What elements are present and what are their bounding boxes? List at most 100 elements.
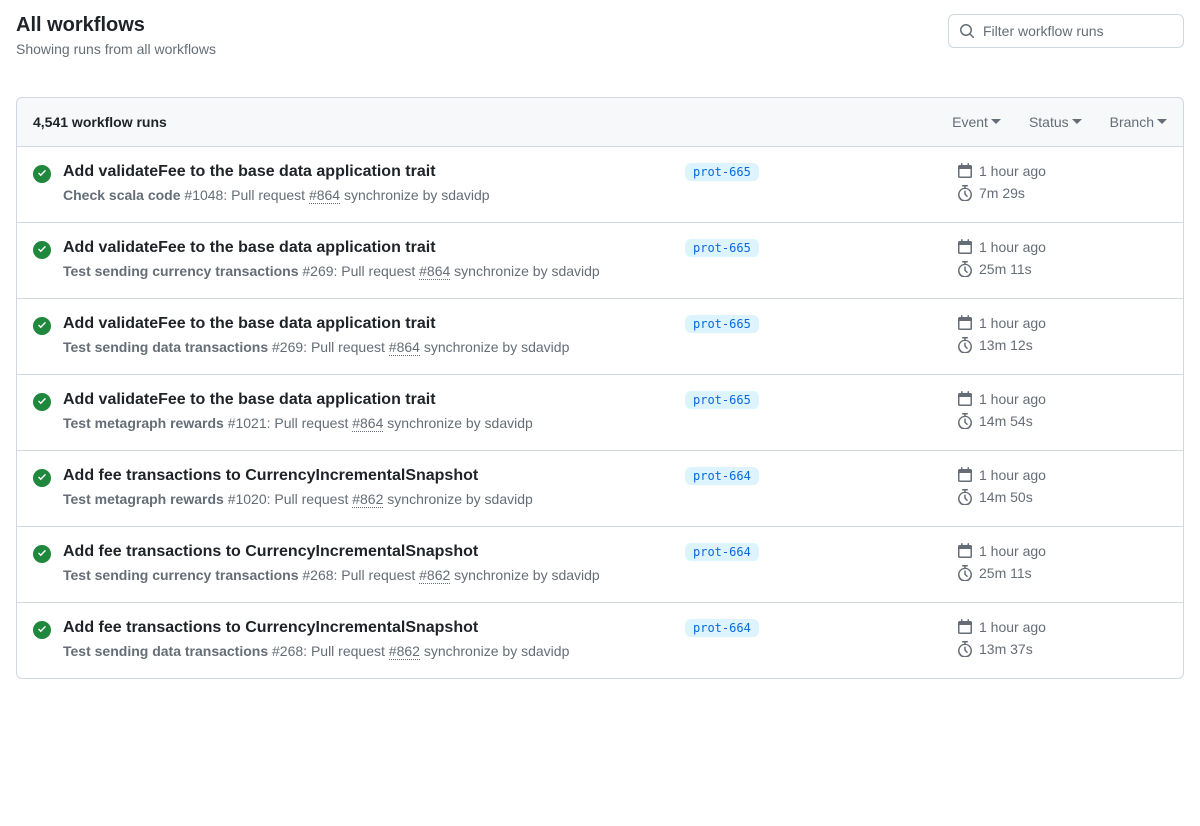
filter-group: Event Status Branch: [952, 114, 1167, 130]
time-ago: 1 hour ago: [979, 315, 1046, 331]
duration: 13m 12s: [979, 337, 1033, 353]
branch-chip[interactable]: prot-664: [685, 543, 759, 561]
subline-text: synchronize by sdavidp: [450, 263, 599, 279]
stopwatch-icon: [957, 337, 973, 353]
success-check-icon: [33, 165, 51, 183]
subline-text: synchronize by sdavidp: [420, 339, 569, 355]
filter-input[interactable]: [983, 23, 1173, 39]
branch-chip[interactable]: prot-665: [685, 315, 759, 333]
run-title[interactable]: Add validateFee to the base data applica…: [63, 315, 673, 333]
duration: 14m 50s: [979, 489, 1033, 505]
subline-text: : Pull request: [267, 491, 353, 507]
stopwatch-icon: [957, 489, 973, 505]
run-title[interactable]: Add validateFee to the base data applica…: [63, 391, 673, 409]
success-check-icon: [33, 317, 51, 335]
success-check-icon: [33, 621, 51, 639]
workflow-name[interactable]: Test sending currency transactions: [63, 263, 298, 279]
pr-link[interactable]: #864: [352, 415, 383, 432]
success-check-icon: [33, 393, 51, 411]
workflow-name[interactable]: Test metagraph rewards: [63, 491, 224, 507]
filter-event[interactable]: Event: [952, 114, 1001, 130]
workflow-run-row: Add fee transactions to CurrencyIncremen…: [17, 603, 1183, 678]
filter-input-wrapper[interactable]: [948, 14, 1184, 48]
run-subline: Test metagraph rewards #1020: Pull reque…: [63, 489, 673, 510]
subline-text: : Pull request: [334, 263, 420, 279]
run-number: #1048: [184, 187, 223, 203]
calendar-icon: [957, 391, 973, 407]
search-icon: [959, 23, 975, 39]
workflow-name[interactable]: Test sending currency transactions: [63, 567, 298, 583]
filter-event-label: Event: [952, 114, 988, 130]
workflow-run-row: Add validateFee to the base data applica…: [17, 147, 1183, 223]
pr-link[interactable]: #864: [389, 339, 420, 356]
run-number: #1020: [228, 491, 267, 507]
calendar-icon: [957, 315, 973, 331]
success-check-icon: [33, 469, 51, 487]
success-check-icon: [33, 241, 51, 259]
pr-link[interactable]: #862: [352, 491, 383, 508]
branch-chip[interactable]: prot-665: [685, 391, 759, 409]
run-title[interactable]: Add validateFee to the base data applica…: [63, 163, 673, 181]
caret-down-icon: [1157, 119, 1167, 125]
filter-status-label: Status: [1029, 114, 1069, 130]
run-title[interactable]: Add validateFee to the base data applica…: [63, 239, 673, 257]
workflow-run-row: Add fee transactions to CurrencyIncremen…: [17, 451, 1183, 527]
subline-text: synchronize by sdavidp: [383, 415, 532, 431]
stopwatch-icon: [957, 185, 973, 201]
run-subline: Test metagraph rewards #1021: Pull reque…: [63, 413, 673, 434]
run-subline: Test sending currency transactions #268:…: [63, 565, 673, 586]
subline-text: : Pull request: [267, 415, 353, 431]
run-count: 4,541 workflow runs: [33, 114, 167, 130]
run-title[interactable]: Add fee transactions to CurrencyIncremen…: [63, 467, 673, 485]
subline-text: synchronize by sdavidp: [420, 643, 569, 659]
workflow-name[interactable]: Test sending data transactions: [63, 643, 268, 659]
filter-status[interactable]: Status: [1029, 114, 1082, 130]
branch-chip[interactable]: prot-665: [685, 163, 759, 181]
page-title: All workflows: [16, 14, 216, 37]
runs-list: 4,541 workflow runs Event Status Branch: [16, 97, 1184, 679]
success-check-icon: [33, 545, 51, 563]
time-ago: 1 hour ago: [979, 391, 1046, 407]
stopwatch-icon: [957, 565, 973, 581]
subline-text: : Pull request: [223, 187, 309, 203]
workflow-run-row: Add validateFee to the base data applica…: [17, 375, 1183, 451]
pr-link[interactable]: #862: [389, 643, 420, 660]
run-title[interactable]: Add fee transactions to CurrencyIncremen…: [63, 619, 673, 637]
workflow-name[interactable]: Test sending data transactions: [63, 339, 268, 355]
workflow-run-row: Add validateFee to the base data applica…: [17, 299, 1183, 375]
workflow-name[interactable]: Check scala code: [63, 187, 181, 203]
run-subline: Check scala code #1048: Pull request #86…: [63, 185, 673, 206]
workflow-run-row: Add validateFee to the base data applica…: [17, 223, 1183, 299]
duration: 13m 37s: [979, 641, 1033, 657]
calendar-icon: [957, 543, 973, 559]
workflow-name[interactable]: Test metagraph rewards: [63, 415, 224, 431]
run-number: #269: [272, 339, 303, 355]
time-ago: 1 hour ago: [979, 163, 1046, 179]
subline-text: : Pull request: [303, 339, 389, 355]
branch-chip[interactable]: prot-665: [685, 239, 759, 257]
duration: 7m 29s: [979, 185, 1025, 201]
subline-text: synchronize by sdavidp: [450, 567, 599, 583]
pr-link[interactable]: #862: [419, 567, 450, 584]
calendar-icon: [957, 467, 973, 483]
duration: 14m 54s: [979, 413, 1033, 429]
time-ago: 1 hour ago: [979, 239, 1046, 255]
subline-text: synchronize by sdavidp: [340, 187, 489, 203]
stopwatch-icon: [957, 261, 973, 277]
calendar-icon: [957, 163, 973, 179]
time-ago: 1 hour ago: [979, 543, 1046, 559]
subline-text: : Pull request: [334, 567, 420, 583]
pr-link[interactable]: #864: [309, 187, 340, 204]
caret-down-icon: [991, 119, 1001, 125]
page-subtitle: Showing runs from all workflows: [16, 41, 216, 57]
time-ago: 1 hour ago: [979, 467, 1046, 483]
workflow-run-row: Add fee transactions to CurrencyIncremen…: [17, 527, 1183, 603]
branch-chip[interactable]: prot-664: [685, 467, 759, 485]
run-title[interactable]: Add fee transactions to CurrencyIncremen…: [63, 543, 673, 561]
pr-link[interactable]: #864: [419, 263, 450, 280]
runs-list-header: 4,541 workflow runs Event Status Branch: [17, 98, 1183, 147]
stopwatch-icon: [957, 641, 973, 657]
branch-chip[interactable]: prot-664: [685, 619, 759, 637]
stopwatch-icon: [957, 413, 973, 429]
filter-branch[interactable]: Branch: [1110, 114, 1167, 130]
